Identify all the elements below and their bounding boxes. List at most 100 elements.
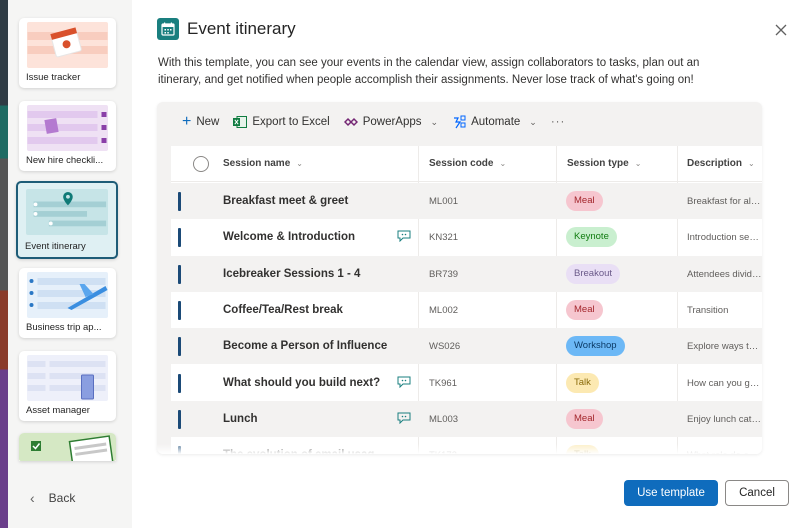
dialog-title: Event itinerary [187, 19, 296, 38]
session-code: ML002 [429, 304, 459, 316]
chevron-down-icon: ⌄ [499, 159, 507, 168]
template-card-checklist[interactable] [19, 433, 116, 461]
template-card-label: Issue tracker [26, 72, 81, 83]
calendar-icon [157, 18, 179, 40]
session-type-badge: Talk [566, 372, 599, 393]
session-code: BR739 [429, 268, 459, 280]
preview-fade [157, 444, 762, 454]
template-description: With this template, you can see your eve… [158, 57, 700, 86]
template-card-business-trip[interactable]: Business trip ap... [19, 268, 116, 338]
powerapps-label: PowerApps [362, 116, 422, 128]
session-description: Transition [687, 304, 729, 316]
template-card-new-hire-checklist[interactable]: New hire checkli... [19, 101, 116, 171]
powerapps-icon [343, 117, 358, 127]
session-type-badge: Meal [566, 408, 603, 429]
table-row[interactable]: Become a Person of Influence WS026 Works… [171, 328, 762, 365]
column-header-session-type[interactable]: Session type ⌄ [567, 158, 641, 169]
export-to-excel-button[interactable]: Export to Excel [233, 116, 330, 128]
session-code: WS026 [429, 341, 461, 353]
excel-icon [233, 116, 248, 128]
automate-label: Automate [471, 116, 521, 128]
automate-icon [454, 115, 466, 129]
column-header-description[interactable]: Description ⌄ [687, 158, 755, 169]
comment-icon[interactable] [397, 376, 411, 388]
table-row[interactable]: Welcome & Introduction KN321 Keynote Int… [171, 219, 762, 255]
template-preview-dialog: Event itinerary With this template, you … [132, 0, 811, 528]
row-indicator [178, 264, 181, 284]
column-header-session-name[interactable]: Session name ⌄ [223, 158, 303, 169]
powerapps-button[interactable]: PowerApps ⌄ [343, 116, 439, 128]
session-code: ML003 [429, 413, 459, 425]
close-button[interactable] [773, 22, 789, 38]
table-row[interactable]: Coffee/Tea/Rest break ML002 Meal Transit… [171, 292, 762, 328]
background-app-edge [0, 0, 8, 528]
list-toolbar: + New Export to Excel PowerApps ⌄ Automa… [182, 114, 566, 130]
table-row[interactable]: Icebreaker Sessions 1 - 4 BR739 Breakout… [171, 255, 762, 292]
row-indicator [178, 337, 181, 357]
row-indicator [178, 409, 181, 429]
checklist-icon [19, 433, 116, 461]
template-card-label: Asset manager [26, 405, 90, 416]
chevron-left-icon: ‹ [30, 490, 35, 506]
template-card-event-itinerary[interactable]: Event itinerary [16, 181, 118, 259]
row-indicator [178, 300, 181, 320]
column-header-session-code[interactable]: Session code ⌄ [429, 158, 506, 169]
session-description: Breakfast for all atten... [687, 196, 762, 207]
session-description: Introduction session ... [687, 232, 762, 244]
table-row[interactable]: What should you build next? TK961 Talk H… [171, 365, 762, 401]
session-name: Become a Person of Influence [223, 340, 388, 353]
template-picker-screen: Issue tracker New hire checkli... Event … [0, 0, 811, 528]
cancel-button[interactable]: Cancel [725, 480, 789, 506]
device-icon [27, 355, 108, 401]
row-indicator [178, 373, 181, 393]
row-indicator [178, 192, 181, 211]
session-code: TK961 [429, 377, 457, 389]
column-label: Session code [429, 158, 494, 169]
table-row[interactable]: Breakfast meet & greet ML001 Meal Breakf… [171, 183, 762, 219]
session-type-badge: Workshop [566, 336, 625, 357]
export-label: Export to Excel [252, 116, 330, 128]
chevron-down-icon: ⌄ [430, 116, 439, 127]
session-name: Coffee/Tea/Rest break [223, 303, 343, 316]
template-card-asset-manager[interactable]: Asset manager [19, 351, 116, 421]
session-name: Icebreaker Sessions 1 - 4 [223, 267, 361, 280]
use-template-button[interactable]: Use template [624, 480, 718, 506]
back-label: Back [48, 491, 76, 505]
template-sidebar: Issue tracker New hire checkli... Event … [8, 0, 136, 528]
session-type-badge: Breakout [566, 263, 621, 284]
calendar-alert-icon [27, 22, 108, 68]
session-name: Welcome & Introduction [223, 231, 356, 244]
list-preview: + New Export to Excel PowerApps ⌄ Automa… [157, 102, 762, 454]
template-card-label: Business trip ap... [26, 322, 102, 333]
session-description: Explore ways to influe... [687, 341, 762, 353]
back-button[interactable]: ‹ Back [30, 490, 75, 506]
comment-icon[interactable] [397, 412, 411, 425]
select-all-radio[interactable] [193, 156, 209, 172]
session-name: Breakfast meet & greet [223, 195, 349, 207]
row-indicator [178, 228, 181, 248]
session-code: KN321 [429, 232, 459, 244]
session-description: Enjoy lunch catered b... [687, 413, 762, 425]
session-description: How can you get over... [687, 377, 762, 389]
airplane-icon [27, 272, 108, 318]
session-type-badge: Meal [566, 299, 603, 320]
session-type-badge: Meal [566, 191, 603, 211]
new-button[interactable]: + New [182, 114, 220, 130]
template-card-label: Event itinerary [25, 241, 86, 252]
session-type-badge: Keynote [566, 227, 617, 248]
session-description: Attendees divide into... [687, 268, 762, 280]
template-card-label: New hire checkli... [26, 155, 104, 166]
chevron-down-icon: ⌄ [296, 159, 303, 168]
comment-icon[interactable] [397, 230, 411, 243]
template-card-issue-tracker[interactable]: Issue tracker [19, 18, 116, 88]
close-icon [775, 24, 787, 36]
dialog-header: Event itinerary [157, 18, 296, 40]
more-options-button[interactable]: ··· [551, 116, 566, 128]
new-label: New [196, 116, 220, 128]
location-pin-icon [26, 189, 108, 235]
chevron-down-icon: ⌄ [748, 159, 755, 168]
automate-button[interactable]: Automate ⌄ [452, 115, 537, 129]
session-name: Lunch [223, 412, 258, 425]
table-row[interactable]: Lunch ML003 Meal Enjoy lunch catered b..… [171, 400, 762, 437]
column-label: Description [687, 158, 743, 169]
